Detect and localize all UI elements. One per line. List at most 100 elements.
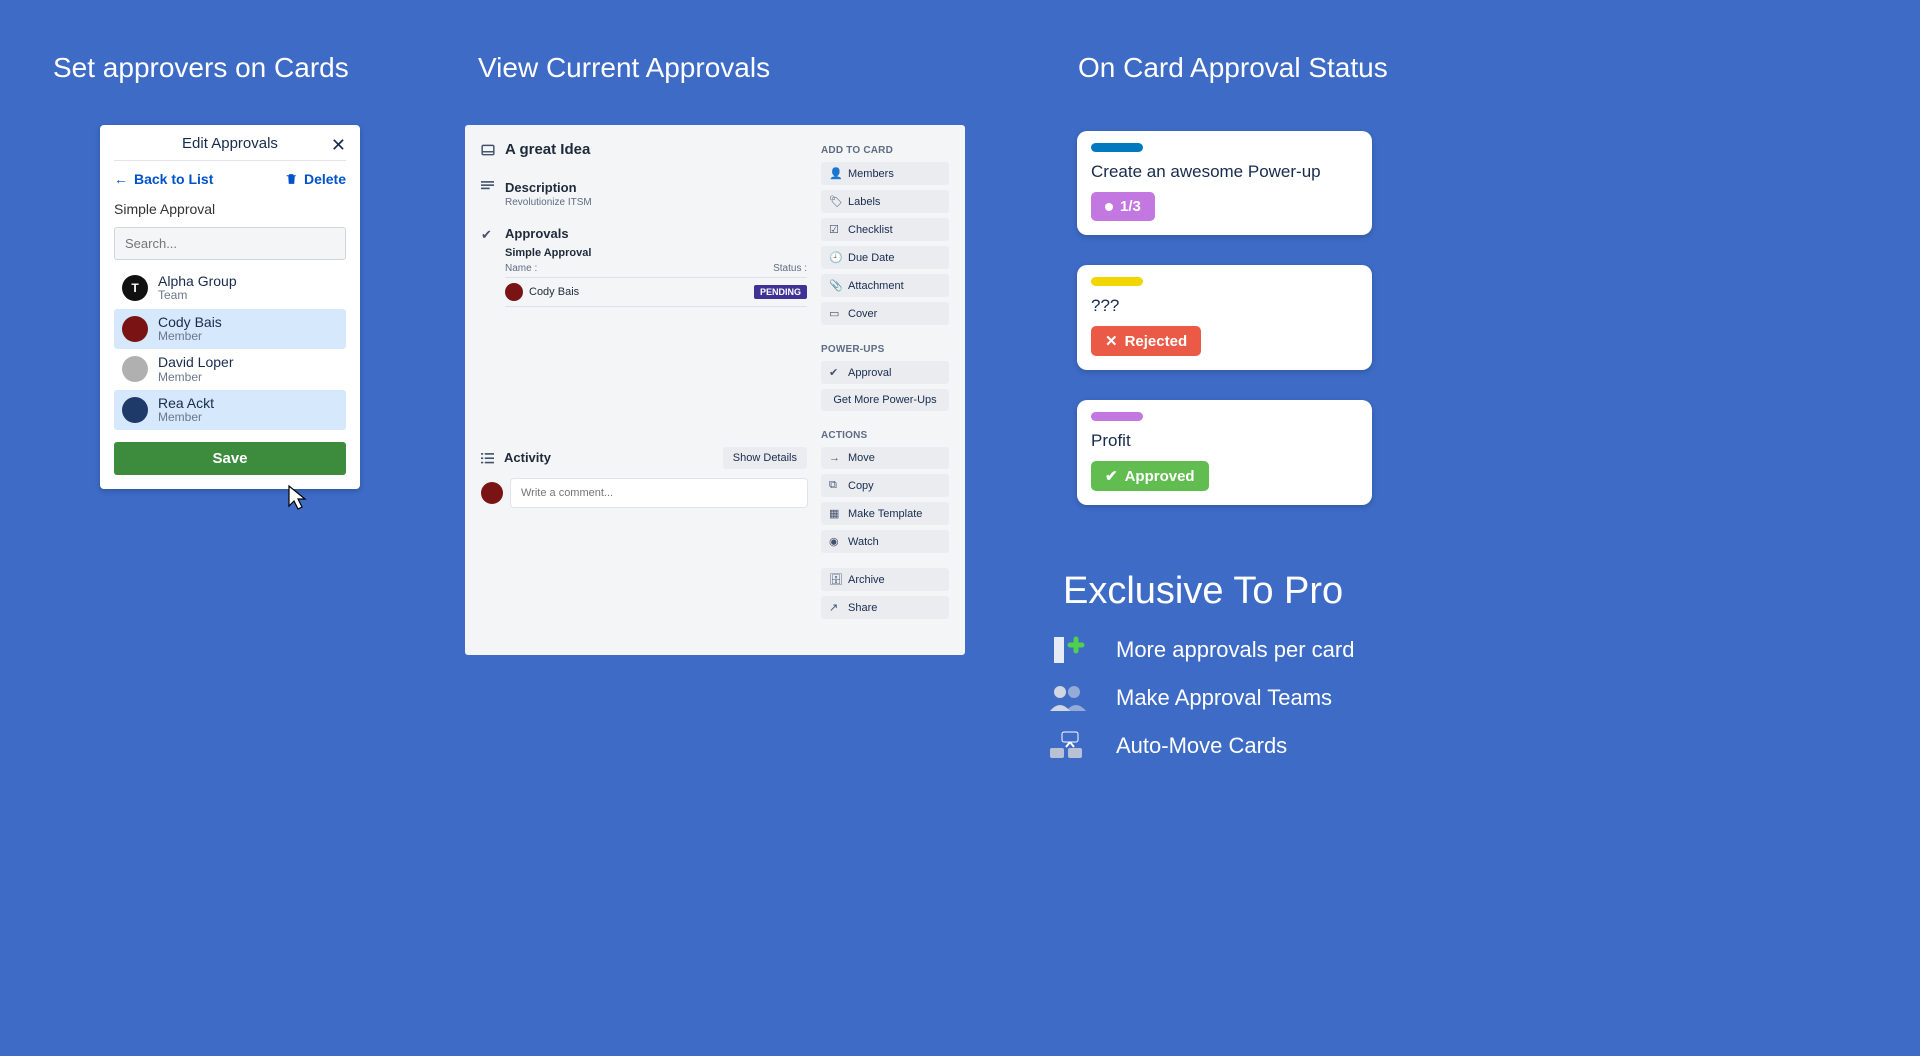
arrow-left-icon: ← — [114, 171, 128, 187]
checklist-icon: ☑ — [829, 223, 841, 236]
popover-title: Edit Approvals — [182, 135, 278, 152]
search-input[interactable] — [114, 227, 346, 260]
member-row[interactable]: David LoperMember — [114, 349, 346, 390]
avatar — [122, 356, 148, 382]
description-text: Revolutionize ITSM — [505, 197, 807, 208]
heading-view-approvals: View Current Approvals — [478, 52, 770, 84]
description-icon — [481, 181, 495, 208]
attachment-button[interactable]: 📎 Attachment — [821, 274, 949, 297]
heading-card-status: On Card Approval Status — [1078, 52, 1388, 84]
card-label — [1091, 143, 1143, 152]
approval-powerup-button[interactable]: ✔ Approval — [821, 361, 949, 384]
card-icon — [481, 144, 495, 156]
back-to-list-label: Back to List — [134, 171, 213, 187]
approvals-row: Cody Bais PENDING — [505, 278, 807, 307]
checklist-button[interactable]: ☑ Checklist — [821, 218, 949, 241]
checklist-label: Checklist — [848, 224, 893, 236]
member-name: Cody Bais — [158, 315, 222, 330]
status-badge-text: Approved — [1125, 468, 1195, 485]
status-card[interactable]: ??? ✕ Rejected — [1077, 265, 1372, 370]
approvals-head-name: Name : — [505, 263, 537, 274]
share-icon: ↗ — [829, 601, 841, 614]
cover-label: Cover — [848, 308, 877, 320]
side-heading-add: ADD TO CARD — [821, 145, 949, 156]
status-badge: 1/3 — [1091, 192, 1155, 221]
copy-button[interactable]: ⧉Copy — [821, 474, 949, 497]
attachment-label: Attachment — [848, 280, 904, 292]
cover-button[interactable]: ▭ Cover — [821, 302, 949, 325]
make-template-label: Make Template — [848, 508, 922, 520]
template-icon: ▦ — [829, 507, 841, 520]
member-role: Member — [158, 411, 214, 424]
tag-icon: 🏷 — [829, 195, 841, 208]
close-icon[interactable]: ✕ — [331, 135, 346, 156]
activity-label: Activity — [504, 450, 551, 465]
status-pending-badge: PENDING — [754, 285, 807, 299]
status-badge-text: Rejected — [1125, 333, 1188, 350]
approver-name: Cody Bais — [529, 286, 579, 298]
card-label — [1091, 412, 1143, 421]
duedate-label: Due Date — [848, 252, 894, 264]
comment-input[interactable] — [511, 479, 807, 507]
avatar — [122, 397, 148, 423]
watch-label: Watch — [848, 536, 879, 548]
trash-icon — [285, 172, 298, 186]
status-card-title: ??? — [1091, 296, 1358, 316]
side-heading-powerups: POWER-UPS — [821, 344, 949, 355]
save-button[interactable]: Save — [114, 442, 346, 475]
approval-label: Approval — [848, 367, 891, 379]
member-row[interactable]: TAlpha GroupTeam — [114, 268, 346, 309]
card-label — [1091, 277, 1143, 286]
card-back-panel: A great Idea Description Revolutionize I… — [465, 125, 965, 655]
status-badge-text: 1/3 — [1120, 198, 1141, 215]
labels-button[interactable]: 🏷Labels — [821, 190, 949, 213]
edit-approvals-popover: Edit Approvals ✕ ← Back to List Delete S… — [100, 125, 360, 489]
make-template-button[interactable]: ▦ Make Template — [821, 502, 949, 525]
get-more-powerups-button[interactable]: Get More Power-Ups — [821, 389, 949, 411]
pro-feature-label: More approvals per card — [1116, 637, 1354, 663]
avatar — [505, 283, 523, 301]
dot-icon — [1105, 203, 1113, 211]
card-title: A great Idea — [505, 141, 590, 158]
status-card-title: Create an awesome Power-up — [1091, 162, 1358, 182]
archive-button[interactable]: 🗄Archive — [821, 568, 949, 591]
get-more-label: Get More Power-Ups — [833, 394, 936, 406]
avatar: T — [122, 275, 148, 301]
check-icon: ✔ — [1105, 467, 1118, 485]
member-row[interactable]: Cody BaisMember — [114, 309, 346, 350]
back-to-list-link[interactable]: ← Back to List — [114, 171, 213, 187]
share-button[interactable]: ↗ Share — [821, 596, 949, 619]
paperclip-icon: 📎 — [829, 279, 841, 292]
approvals-head-status: Status : — [773, 263, 807, 274]
cover-icon: ▭ — [829, 307, 841, 320]
status-card[interactable]: Create an awesome Power-up 1/3 — [1077, 131, 1372, 235]
x-icon: ✕ — [1105, 332, 1118, 350]
members-label: Members — [848, 168, 894, 180]
person-icon: 👤 — [829, 167, 841, 180]
pro-feature-row: Make Approval Teams — [1048, 680, 1332, 716]
status-card[interactable]: Profit ✔ Approved — [1077, 400, 1372, 505]
move-button[interactable]: →Move — [821, 447, 949, 469]
status-badge: ✕ Rejected — [1091, 326, 1201, 356]
watch-button[interactable]: ◉ Watch — [821, 530, 949, 553]
status-card-title: Profit — [1091, 431, 1358, 451]
delete-label: Delete — [304, 171, 346, 187]
side-heading-actions: ACTIONS — [821, 430, 949, 441]
eye-icon: ◉ — [829, 535, 841, 548]
heading-set-approvers: Set approvers on Cards — [53, 52, 349, 84]
approval-name-label: Simple Approval — [114, 201, 346, 217]
activity-icon — [481, 453, 494, 464]
member-list: TAlpha GroupTeamCody BaisMemberDavid Lop… — [114, 268, 346, 430]
members-button[interactable]: 👤 Members — [821, 162, 949, 185]
show-details-button[interactable]: Show Details — [723, 447, 807, 469]
member-row[interactable]: Rea AcktMember — [114, 390, 346, 431]
status-badge: ✔ Approved — [1091, 461, 1209, 491]
more-approvals-icon — [1048, 632, 1088, 668]
duedate-button[interactable]: 🕘Due Date — [821, 246, 949, 269]
delete-link[interactable]: Delete — [285, 171, 346, 187]
arrow-right-icon: → — [829, 452, 841, 464]
check-icon: ✔ — [829, 366, 841, 379]
share-label: Share — [848, 602, 877, 614]
member-name: Rea Ackt — [158, 396, 214, 411]
member-role: Team — [158, 289, 237, 302]
